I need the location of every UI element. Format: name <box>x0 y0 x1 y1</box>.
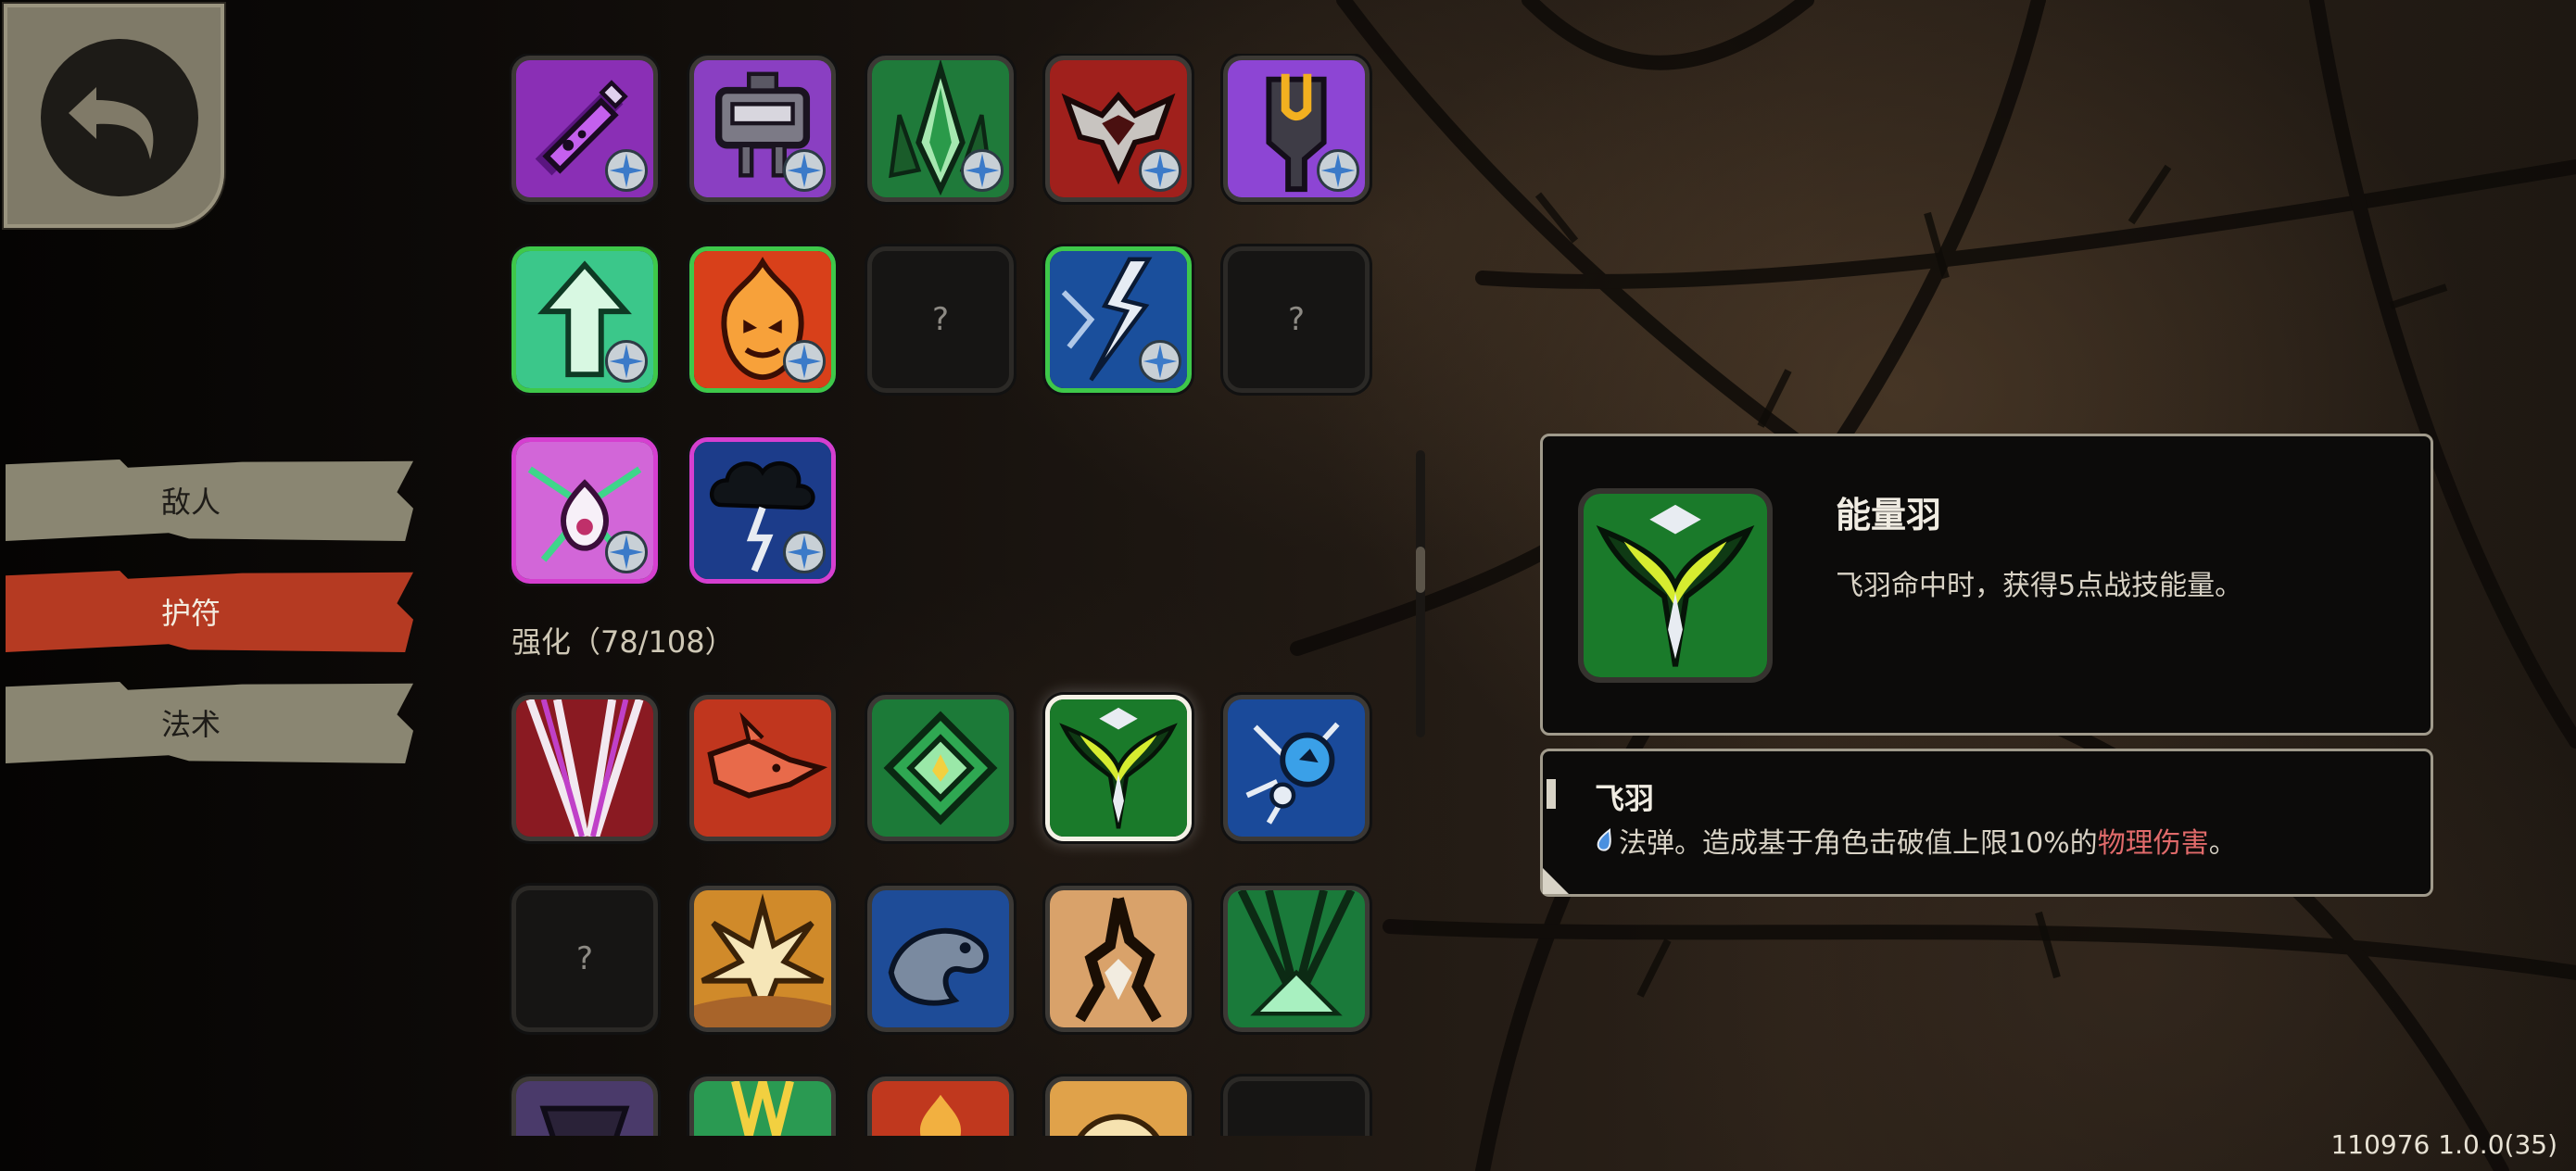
upgrade-star-icon <box>605 149 648 192</box>
fox-icon <box>694 699 831 837</box>
explosion-icon <box>694 890 831 1027</box>
enhance-slot-explosion[interactable] <box>689 886 836 1032</box>
sub-detail-card: 飞羽 法弹。造成基于角色击破值上限10%的 物理伤害。 <box>1540 749 2433 897</box>
cracked-earth-icon <box>1050 890 1187 1027</box>
back-button[interactable] <box>4 4 224 228</box>
scrollbar-track[interactable] <box>1416 450 1425 737</box>
sub-detail-marker <box>1547 779 1556 809</box>
energy-feather-icon <box>1584 494 1767 677</box>
charm-slot-plug[interactable] <box>689 56 836 202</box>
upgrade-star-icon <box>605 340 648 383</box>
spell-bullet-icon <box>1597 828 1611 851</box>
upgrade-star-icon <box>783 149 826 192</box>
eel-icon <box>872 890 1009 1027</box>
enhance-slot-fox[interactable] <box>689 695 836 841</box>
detail-card: 能量羽 飞羽命中时，获得5点战技能量。 <box>1540 434 2433 736</box>
charm-slot-crystal[interactable] <box>867 56 1014 202</box>
enhance-slot-locked[interactable] <box>1223 1077 1370 1136</box>
upgrade-star-icon <box>783 340 826 383</box>
enhance-slot-red-rays[interactable] <box>511 695 658 841</box>
upgrade-star-icon <box>783 531 826 573</box>
charm-slot-locked[interactable]: ? <box>867 246 1014 393</box>
sun-icon <box>1050 1081 1187 1136</box>
sub-detail-title: 飞羽 <box>1595 781 1655 816</box>
charm-slot-magnet[interactable] <box>1223 56 1370 202</box>
upgrade-star-icon <box>1139 149 1181 192</box>
charm-slot-arrow-up[interactable] <box>511 246 658 393</box>
scrollbar-thumb[interactable] <box>1416 547 1425 593</box>
detail-title: 能量羽 <box>1836 495 1942 535</box>
charm-grid: ? ? ? <box>510 54 1399 1136</box>
dark-armor-icon <box>516 1081 653 1136</box>
enhance-section-title: 强化（78/108） <box>511 624 735 660</box>
charm-slot-soul-flame[interactable] <box>511 437 658 584</box>
detail-description: 飞羽命中时，获得5点战技能量。 <box>1836 570 2243 602</box>
charm-slot-locked[interactable]: ? <box>1223 246 1370 393</box>
damage-type-highlight: 物理伤害 <box>2097 827 2209 860</box>
tab-charm[interactable]: 护符 <box>6 571 413 652</box>
upgrade-star-icon <box>961 149 1004 192</box>
sub-detail-description: 法弹。造成基于角色击破值上限10%的 物理伤害。 <box>1595 820 2237 861</box>
charm-slot-fire-demon[interactable] <box>689 246 836 393</box>
charm-slot-storm-cloud[interactable] <box>689 437 836 584</box>
tab-spell[interactable]: 法术 <box>6 682 413 763</box>
upgrade-star-icon <box>1139 340 1181 383</box>
emerald-diamond-icon <box>872 699 1009 837</box>
game-screen: 敌人 护符 法术 ? ? ? 强化（78/108） 能量羽 飞羽命中时，获得5点… <box>0 0 2576 1171</box>
upgrade-star-icon <box>605 531 648 573</box>
charm-slot-lightning[interactable] <box>1045 246 1192 393</box>
energy-feather-icon <box>1050 699 1187 837</box>
enhance-slot-locked[interactable]: ? <box>511 886 658 1032</box>
enhance-slot-green-spikes[interactable] <box>689 1077 836 1136</box>
upgrade-star-icon <box>1317 149 1359 192</box>
storm-bird-icon <box>1228 699 1365 837</box>
charm-slot-potion[interactable] <box>511 56 658 202</box>
green-spikes-icon <box>694 1081 831 1136</box>
enhance-slot-energy-feather[interactable] <box>1045 695 1192 841</box>
version-label: 110976 1.0.0(35) <box>2330 1129 2557 1160</box>
enhance-slot-green-burst[interactable] <box>1223 886 1370 1032</box>
sub-detail-corner <box>1543 868 1569 894</box>
enhance-slot-flame[interactable] <box>867 1077 1014 1136</box>
enhance-slot-eel[interactable] <box>867 886 1014 1032</box>
enhance-slot-emerald[interactable] <box>867 695 1014 841</box>
red-rays-icon <box>516 699 653 837</box>
enhance-slot-cracked-earth[interactable] <box>1045 886 1192 1032</box>
flame-icon <box>872 1081 1009 1136</box>
enhance-slot-dark-armor[interactable] <box>511 1077 658 1136</box>
charm-slot-mask[interactable] <box>1045 56 1192 202</box>
enhance-slot-sun[interactable] <box>1045 1077 1192 1136</box>
green-burst-icon <box>1228 890 1365 1027</box>
tab-enemy[interactable]: 敌人 <box>6 460 413 541</box>
back-arrow-icon <box>69 87 154 159</box>
enhance-slot-storm-bird[interactable] <box>1223 695 1370 841</box>
detail-icon-frame <box>1578 488 1773 683</box>
